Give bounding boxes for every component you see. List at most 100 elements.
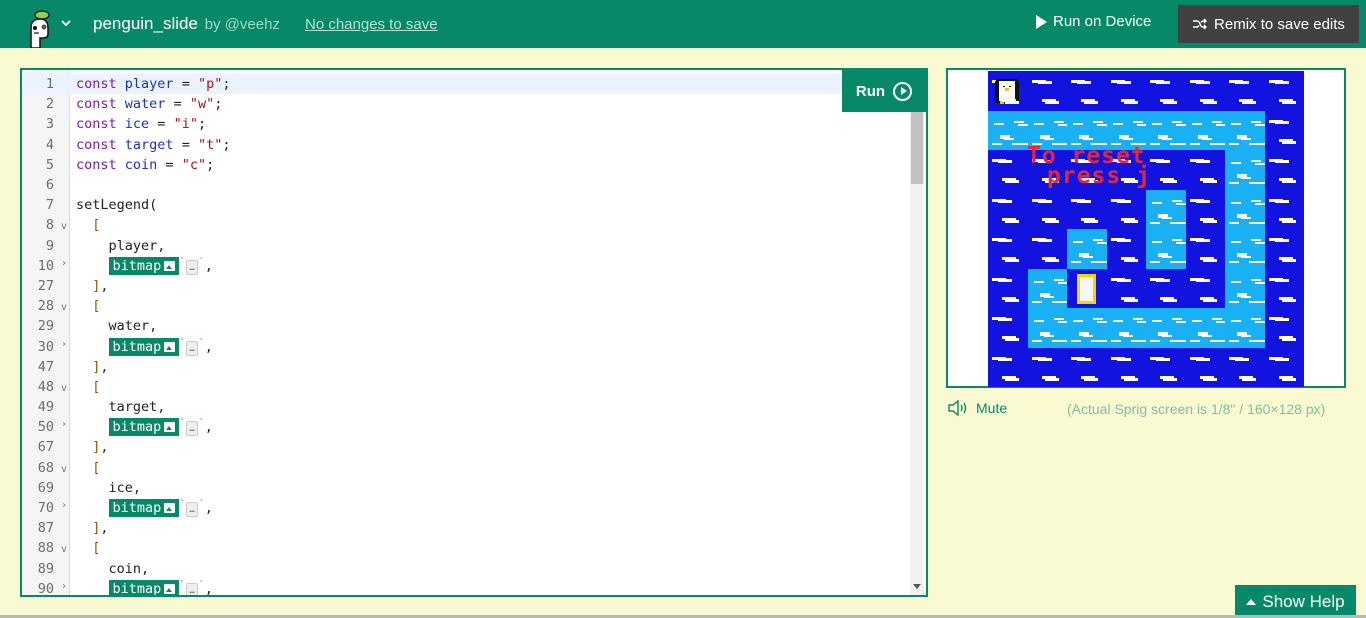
code-text: [ [70, 298, 100, 314]
code-line[interactable]: 88 v [ [22, 538, 910, 558]
collapsed-fold-placeholder[interactable]: … [186, 502, 198, 518]
code-line[interactable]: 2 const water = "w"; [22, 94, 910, 114]
collapsed-fold-placeholder[interactable]: … [186, 582, 198, 595]
water-tile [1027, 71, 1067, 111]
line-number: 69 [22, 480, 70, 496]
chevron-down-icon[interactable] [60, 14, 74, 32]
code-line[interactable]: 30 › bitmap `… `, [22, 336, 910, 356]
code-line[interactable]: 7 setLegend( [22, 195, 910, 215]
project-title: penguin_slide by @veehz [93, 14, 280, 34]
fold-closed-icon[interactable]: › [61, 339, 67, 350]
line-number-text: 88 [37, 540, 54, 557]
project-name[interactable]: penguin_slide [93, 14, 198, 33]
top-bar: penguin_slide by @veehz No changes to sa… [0, 0, 1366, 48]
fold-closed-icon[interactable]: › [61, 419, 67, 430]
collapsed-fold-placeholder[interactable]: … [186, 259, 198, 275]
code-token: = [173, 76, 198, 93]
line-number-text: 48 [37, 378, 54, 395]
code-line[interactable]: 69 ice, [22, 478, 910, 498]
code-token: [ [76, 217, 101, 234]
backtick: ` [179, 418, 186, 430]
line-number: 47 [22, 359, 70, 375]
fold-closed-icon[interactable]: › [61, 581, 67, 592]
code-line[interactable]: 50 › bitmap `… `, [22, 417, 910, 437]
bitmap-editor-button[interactable]: bitmap [108, 579, 180, 595]
ice-tile [1027, 308, 1067, 348]
code-line[interactable]: 47 ], [22, 357, 910, 377]
play-icon [1036, 14, 1047, 29]
bitmap-editor-button[interactable]: bitmap [108, 499, 180, 518]
remix-label: Remix to save edits [1214, 15, 1345, 33]
code-line[interactable]: 29 water, [22, 316, 910, 336]
line-number: 49 [22, 399, 70, 415]
code-text: const player = "p"; [70, 76, 230, 92]
sprig-logo-icon[interactable] [26, 8, 56, 48]
fold-open-icon[interactable]: v [61, 383, 67, 394]
code-line[interactable]: 27 ], [22, 276, 910, 296]
code-text: bitmap `… `, [70, 256, 213, 275]
backtick: ` [198, 499, 205, 511]
mute-button[interactable]: Mute [948, 400, 1007, 416]
code-line[interactable]: 49 target, [22, 397, 910, 417]
save-status-link[interactable]: No changes to save [305, 16, 438, 33]
bitmap-editor-button[interactable]: bitmap [108, 337, 180, 356]
code-line[interactable]: 28 v [ [22, 296, 910, 316]
code-line[interactable]: 89 coin, [22, 559, 910, 579]
code-line[interactable]: 8v [ [22, 215, 910, 235]
water-tile [1185, 229, 1225, 269]
show-help-button[interactable]: Show Help [1235, 585, 1356, 618]
scrollbar-thumb[interactable] [911, 112, 923, 184]
code-token: coin, [76, 560, 150, 577]
collapsed-fold-placeholder[interactable]: … [186, 340, 198, 356]
bitmap-editor-button[interactable]: bitmap [108, 418, 180, 437]
penguin-player-sprite [995, 79, 1019, 103]
line-number: 3 [22, 116, 70, 132]
code-line[interactable]: 48 v [ [22, 377, 910, 397]
run-button[interactable]: Run [842, 70, 926, 112]
line-number-text: 49 [37, 399, 54, 416]
code-line[interactable]: 9 player, [22, 236, 910, 256]
run-label: Run [855, 82, 886, 100]
code-line[interactable]: 90 › bitmap `… `, [22, 579, 910, 597]
water-tile [988, 150, 1028, 190]
code-line[interactable]: 70 › bitmap `… `, [22, 498, 910, 518]
line-number-text: 90 [37, 580, 54, 597]
fold-closed-icon[interactable]: › [61, 500, 67, 511]
code-lines[interactable]: 1 const player = "p"; 2 const water = "w"; 3… [22, 74, 910, 597]
code-line[interactable]: 67 ], [22, 437, 910, 457]
game-screen[interactable]: To reset press j [946, 68, 1346, 388]
fold-open-icon[interactable]: v [61, 221, 67, 232]
line-number-text: 9 [45, 237, 54, 254]
code-line[interactable]: 5 const coin = "c"; [22, 155, 910, 175]
code-line[interactable]: 68 v [ [22, 458, 910, 478]
shuffle-icon [1193, 18, 1208, 30]
fold-closed-icon[interactable]: › [61, 258, 67, 269]
run-on-device-button[interactable]: Run on Device [1036, 13, 1151, 30]
water-tile [1146, 71, 1186, 111]
code-token: player, [76, 237, 166, 254]
bitmap-editor-button[interactable]: bitmap [108, 256, 180, 275]
fold-open-icon[interactable]: v [61, 302, 67, 313]
line-number-text: 89 [37, 560, 54, 577]
fold-open-icon[interactable]: v [61, 464, 67, 475]
code-line[interactable]: 4 const target = "t"; [22, 135, 910, 155]
line-number-text: 10 [37, 257, 54, 274]
scroll-down-arrow-icon[interactable] [913, 584, 921, 589]
play-circle-icon [893, 81, 913, 101]
remix-button[interactable]: Remix to save edits [1178, 5, 1359, 43]
code-line[interactable]: 1 const player = "p"; [22, 74, 910, 95]
line-number: 29 [22, 318, 70, 334]
ice-tile [1146, 229, 1186, 269]
code-line[interactable]: 87 ], [22, 518, 910, 538]
ice-tile [1067, 229, 1107, 269]
code-line[interactable]: 10 › bitmap `… `, [22, 256, 910, 276]
code-editor[interactable]: 1 const player = "p"; 2 const water = "w"; 3… [20, 68, 928, 597]
fold-open-icon[interactable]: v [61, 544, 67, 555]
code-line[interactable]: 6 [22, 175, 910, 195]
collapsed-fold-placeholder[interactable]: … [186, 421, 198, 437]
code-token: , [100, 520, 109, 537]
backtick: ` [198, 337, 205, 349]
editor-scrollbar[interactable] [910, 112, 924, 595]
project-author: by @veehz [204, 16, 280, 33]
code-line[interactable]: 3 const ice = "i"; [22, 114, 910, 134]
